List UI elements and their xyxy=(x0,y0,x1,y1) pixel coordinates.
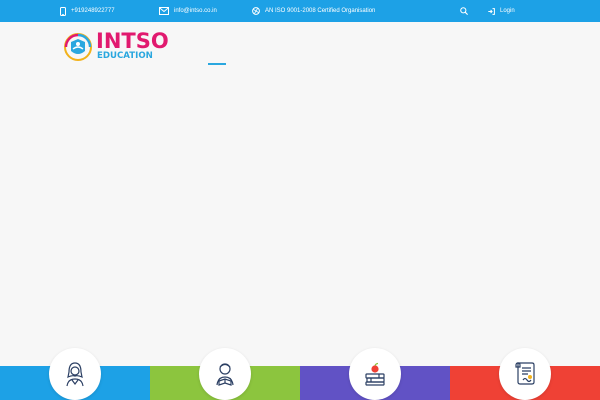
search-icon xyxy=(460,7,468,15)
feature-circle-1[interactable] xyxy=(49,348,101,400)
feature-circle-3[interactable] xyxy=(349,348,401,400)
login-label: Login xyxy=(500,8,515,14)
logo-emblem-icon xyxy=(62,30,94,62)
certificate-scroll-icon xyxy=(515,362,535,385)
phone-contact[interactable]: +919248922777 xyxy=(60,0,115,22)
main-navigation xyxy=(236,52,546,76)
envelope-icon xyxy=(159,7,169,15)
nav-item-3[interactable] xyxy=(361,52,401,76)
logo-wordmark: INTSO xyxy=(96,29,169,53)
site-header: INTSO EDUCATION xyxy=(0,22,600,70)
books-apple-icon xyxy=(365,362,385,386)
student-reading-icon xyxy=(216,363,234,386)
globe-icon xyxy=(252,7,260,15)
email-contact[interactable]: info@intso.co.in xyxy=(159,0,217,22)
nav-item-1[interactable] xyxy=(236,52,266,76)
iso-text: AN ISO 9001-2008 Certified Organisation xyxy=(265,8,376,14)
active-nav-indicator xyxy=(208,63,226,65)
nav-item-2[interactable] xyxy=(284,52,354,76)
sign-in-icon xyxy=(488,7,495,15)
phone-number: +919248922777 xyxy=(71,8,115,14)
top-info-bar: +919248922777 info@intso.co.in AN ISO 90… xyxy=(0,0,600,22)
mobile-phone-icon xyxy=(60,6,66,16)
nav-item-4[interactable] xyxy=(471,52,501,76)
student-girl-icon xyxy=(66,362,84,387)
login-link[interactable]: Login xyxy=(488,0,515,22)
feature-circle-4[interactable] xyxy=(499,348,551,400)
iso-certification: AN ISO 9001-2008 Certified Organisation xyxy=(252,0,375,22)
logo-subtitle: EDUCATION xyxy=(97,51,153,61)
nav-item-5[interactable] xyxy=(508,52,546,76)
email-address: info@intso.co.in xyxy=(174,8,217,14)
search-button[interactable] xyxy=(460,0,468,22)
feature-circle-2[interactable] xyxy=(199,348,251,400)
intso-logo[interactable]: INTSO EDUCATION xyxy=(62,30,182,64)
